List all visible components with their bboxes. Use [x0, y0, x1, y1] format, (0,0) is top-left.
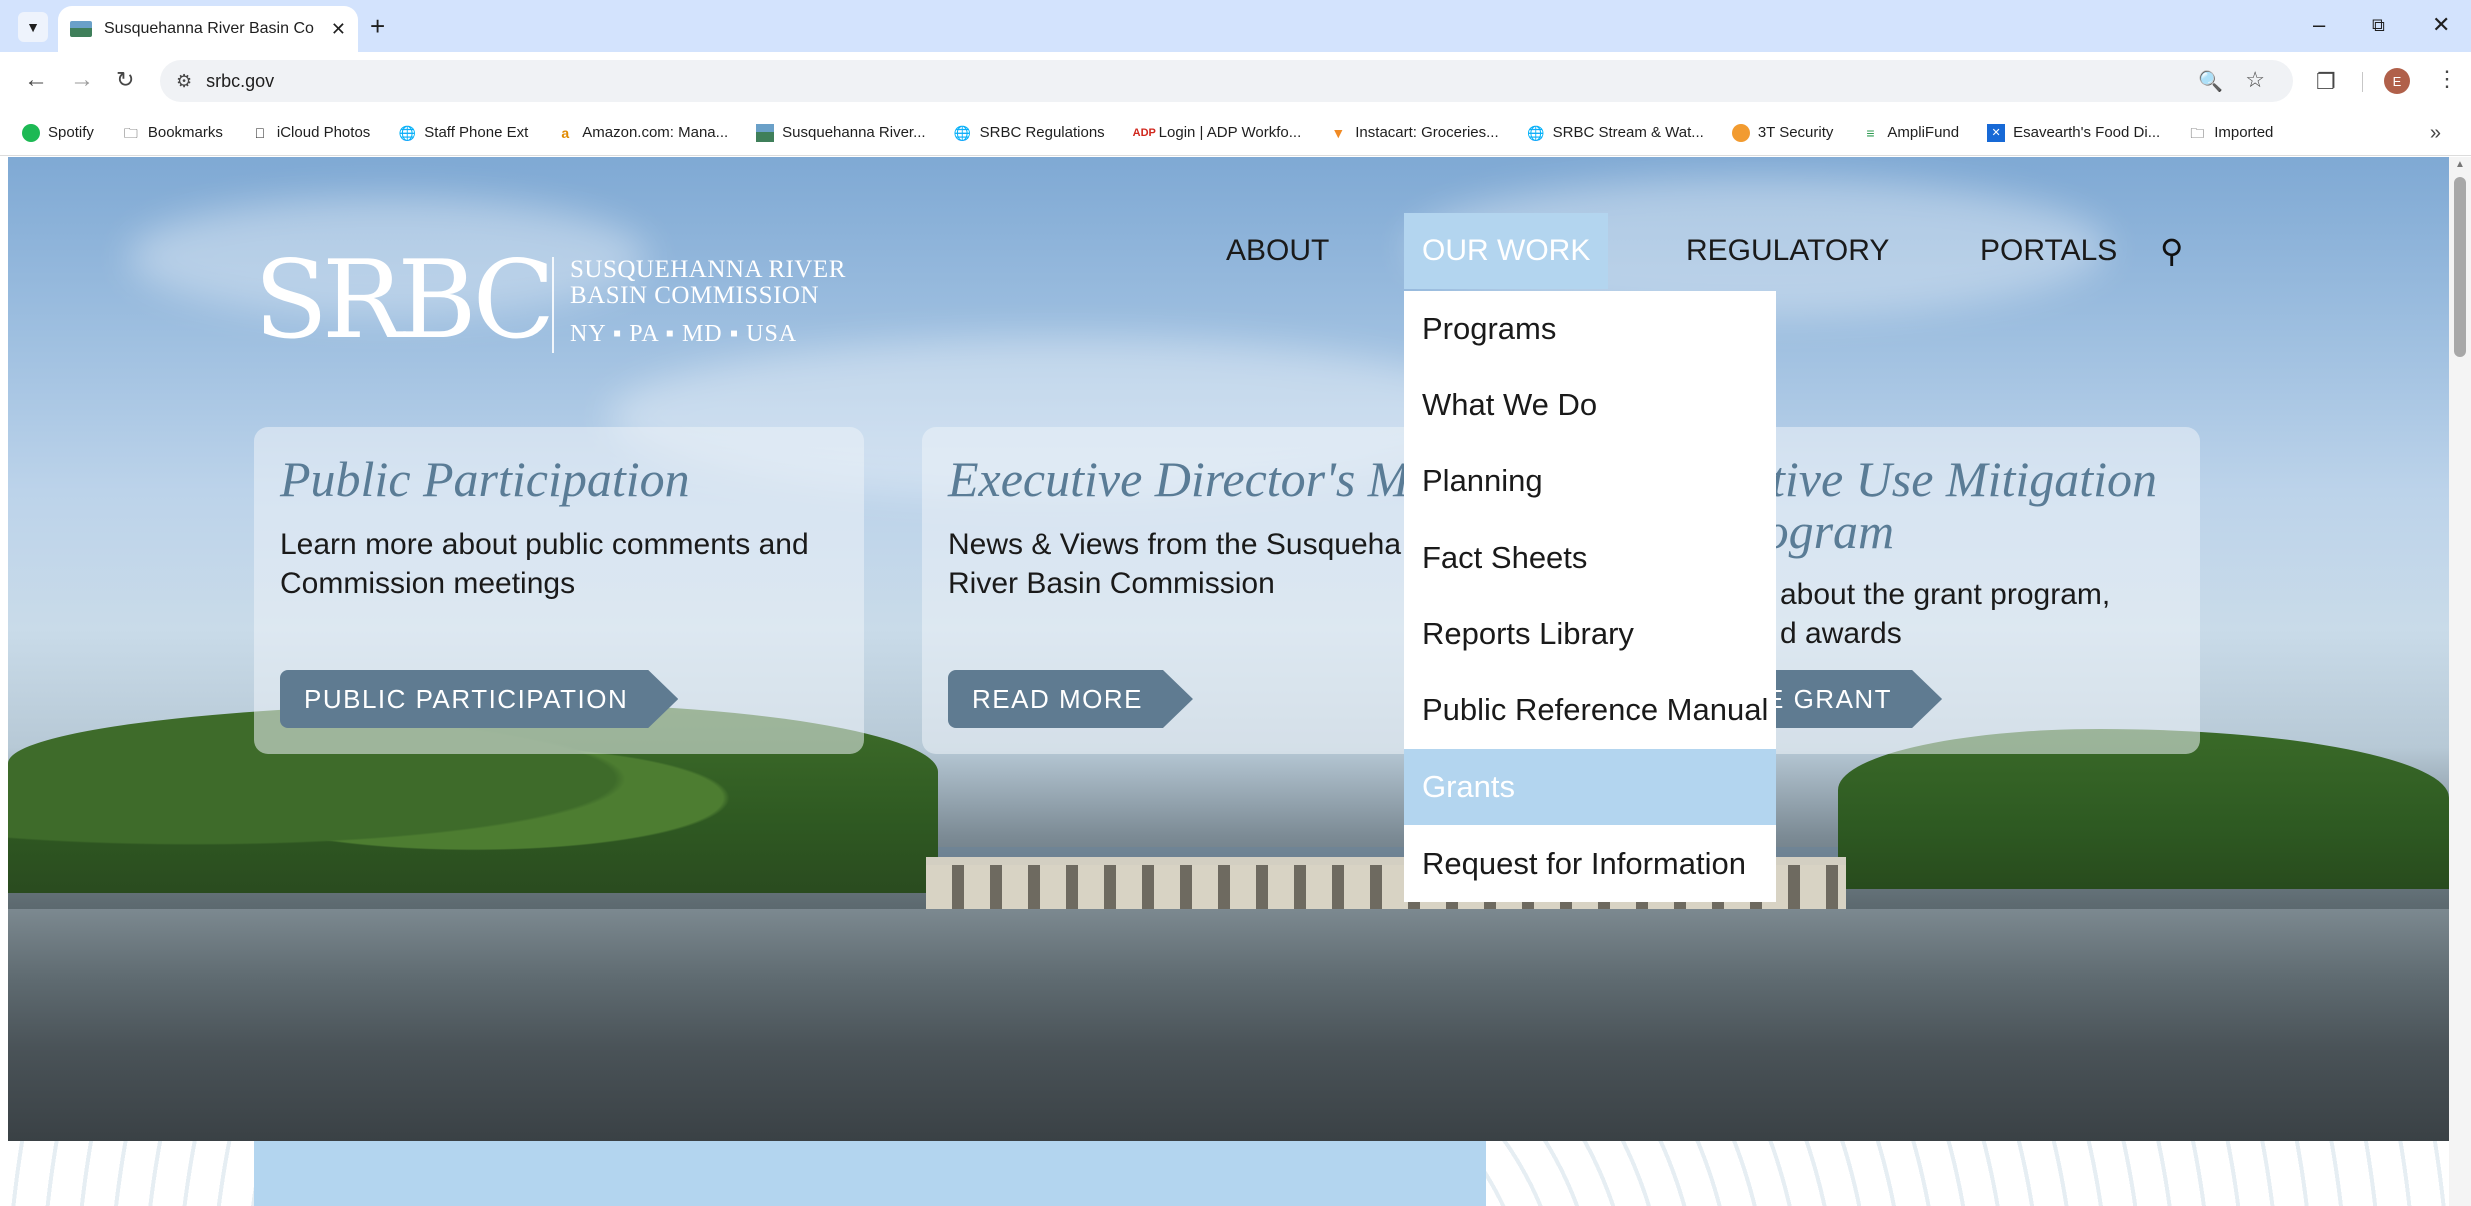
toolbar-divider — [2362, 72, 2363, 92]
card-public-participation: Public Participation Learn more about pu… — [254, 427, 864, 754]
adp-icon: ADP — [1132, 126, 1156, 139]
restore-button[interactable]: ⧉ — [2372, 15, 2385, 36]
site-info-icon[interactable]: ⚙ — [176, 71, 192, 92]
tab-close-icon[interactable]: ✕ — [331, 19, 346, 40]
menu-item-fact-sheets[interactable]: Fact Sheets — [1404, 520, 1776, 596]
nav-about[interactable]: ABOUT — [1208, 213, 1347, 289]
read-more-button[interactable]: READ MORE — [948, 670, 1193, 728]
bookmark-folder[interactable]: 🗀 Bookmarks — [122, 124, 223, 142]
shield-icon — [1731, 123, 1750, 142]
srbc-favicon-icon — [756, 123, 775, 142]
bookmarks-overflow-icon[interactable]: » — [2430, 122, 2441, 145]
url-text: srbc.gov — [206, 70, 275, 91]
our-work-dropdown: Programs What We Do Planning Fact Sheets… — [1404, 291, 1776, 902]
tab-title: Susquehanna River Basin Comm — [104, 20, 314, 37]
address-bar[interactable]: ⚙ srbc.gov 🔍 ☆ — [160, 60, 2293, 102]
nav-our-work[interactable]: OUR WORK — [1404, 213, 1609, 289]
card-title: Public Participation — [280, 451, 690, 507]
page-scrollbar[interactable]: ▲ — [2449, 157, 2471, 1206]
bookmark-item[interactable]: ▼ Instacart: Groceries... — [1329, 124, 1498, 142]
folder-icon: 🗀 — [2190, 124, 2205, 141]
apple-icon:  — [251, 124, 269, 142]
logo-name: SUSQUEHANNA RIVER BASIN COMMISSION — [570, 256, 846, 309]
menu-item-planning[interactable]: Planning — [1404, 443, 1776, 519]
reload-icon[interactable]: ↻ — [116, 66, 134, 94]
tab-search-button[interactable]: ▼ — [18, 12, 48, 42]
profile-avatar[interactable]: E — [2384, 68, 2410, 94]
bookmarks-bar: Spotify 🗀Bookmarks iCloud Photos 🌐Staff… — [0, 110, 2471, 156]
card-text: News & Views from the Susqueha River Bas… — [948, 528, 1402, 600]
folder-icon: 🗀 — [123, 124, 138, 141]
bookmark-item[interactable]: 🌐 SRBC Regulations — [954, 124, 1105, 142]
logo-mark: SRBC — [254, 238, 555, 363]
extensions-icon[interactable]: ❐ — [2316, 69, 2336, 95]
amazon-icon: a — [561, 124, 570, 141]
close-window-button[interactable]: ✕ — [2432, 12, 2450, 38]
scroll-up-arrow-icon[interactable]: ▲ — [2455, 159, 2465, 170]
carrot-icon: ▼ — [1331, 124, 1346, 141]
menu-item-public-reference-manual[interactable]: Public Reference Manual — [1404, 672, 1776, 748]
bookmark-item[interactable]: a Amazon.com: Mana... — [556, 124, 728, 142]
bookmark-folder[interactable]: 🗀 Imported — [2188, 124, 2273, 142]
bookmark-item[interactable]: ≡ AmpliFund — [1861, 124, 1959, 142]
srbc-favicon-icon — [70, 21, 92, 37]
menu-item-request-for-information[interactable]: Request for Information — [1404, 826, 1776, 902]
bookmark-item[interactable]: ✕ Esavearth's Food Di... — [1987, 123, 2160, 142]
bookmark-item[interactable]: 🌐 SRBC Stream & Wat... — [1527, 124, 1704, 142]
bookmark-item[interactable]: Spotify — [22, 123, 94, 142]
public-participation-button[interactable]: PUBLIC PARTICIPATION — [280, 670, 678, 728]
zoom-icon[interactable]: 🔍 — [2198, 69, 2223, 94]
bookmark-star-icon[interactable]: ☆ — [2245, 67, 2265, 93]
nav-portals[interactable]: PORTALS — [1962, 213, 2135, 289]
srbc-logo[interactable]: SRBC SUSQUEHANNA RIVER BASIN COMMISSION … — [254, 238, 874, 363]
bookmark-item[interactable]: ADP Login | ADP Workfo... — [1133, 124, 1302, 142]
card-title: Executive Director's Mes — [948, 451, 1452, 507]
logo-states: NY ▪ PA ▪ MD ▪ USA — [570, 321, 798, 347]
bookmark-app-icon: ✕ — [1987, 123, 2006, 142]
card-text: Learn more about public comments and Com… — [280, 528, 809, 600]
river-water — [8, 909, 2449, 1141]
minimize-button[interactable]: – — [2313, 12, 2325, 38]
chevron-down-icon: ▼ — [26, 19, 40, 35]
browser-tabstrip: ▼ Susquehanna River Basin Comm ✕ + – ⧉ ✕ — [0, 0, 2471, 52]
spotify-icon — [22, 123, 40, 142]
back-icon[interactable]: ← — [24, 66, 48, 94]
menu-item-reports-library[interactable]: Reports Library — [1404, 596, 1776, 672]
card-title: ptive Use Mitigation rogram — [1746, 451, 2158, 559]
scroll-thumb[interactable] — [2454, 177, 2466, 357]
menu-item-grants[interactable]: Grants — [1404, 749, 1776, 825]
search-icon[interactable]: ⚲ — [2160, 213, 2183, 289]
card-text: about the grant program, d awards — [1780, 578, 2111, 650]
content-panel — [254, 1141, 1486, 1206]
menu-item-what-we-do[interactable]: What We Do — [1404, 367, 1776, 443]
bookmark-item[interactable]: iCloud Photos — [251, 124, 371, 142]
menu-item-programs[interactable]: Programs — [1404, 291, 1776, 367]
globe-icon: 🌐 — [1526, 124, 1545, 141]
new-tab-button[interactable]: + — [370, 12, 385, 40]
bookmark-item[interactable]: 🌐 Staff Phone Ext — [398, 124, 529, 142]
amplifund-icon: ≡ — [1866, 124, 1875, 141]
globe-icon: 🌐 — [953, 124, 972, 141]
web-page: SRBC SUSQUEHANNA RIVER BASIN COMMISSION … — [8, 157, 2449, 1206]
nav-regulatory[interactable]: REGULATORY — [1668, 213, 1907, 289]
logo-divider — [552, 257, 554, 353]
browser-tab-active[interactable]: Susquehanna River Basin Comm ✕ — [58, 6, 358, 52]
forward-icon[interactable]: → — [70, 66, 94, 94]
bookmark-item[interactable]: 3T Security — [1731, 123, 1833, 142]
browser-menu-icon[interactable]: ⋮ — [2436, 66, 2458, 92]
browser-toolbar: ← → ↻ ⚙ srbc.gov 🔍 ☆ ❐ E ⋮ — [0, 52, 2471, 110]
globe-icon: 🌐 — [398, 124, 417, 141]
bookmark-item[interactable]: Susquehanna River... — [756, 123, 926, 142]
